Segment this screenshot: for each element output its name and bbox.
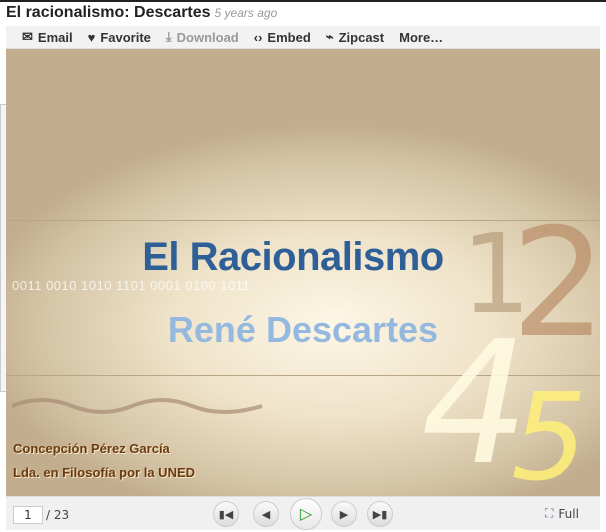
favorite-label: Favorite: [100, 29, 151, 45]
skip-first-icon: ▮◀: [218, 508, 234, 521]
player-controls: / 23 ▮◀ ◀ ▷ ▶ ▶▮ ⛶ Full: [6, 496, 600, 530]
action-toolbar: ✉ Email ♥ Favorite ⤓ Download ‹› Embed ⌁ Zipc…: [6, 26, 600, 49]
projector-icon: ⛶: [545, 506, 554, 520]
play-button[interactable]: ▷: [290, 498, 322, 530]
fullscreen-button[interactable]: ⛶ Full: [545, 506, 579, 521]
previous-slide-button[interactable]: ◀: [253, 501, 279, 527]
envelope-icon: ✉: [22, 29, 33, 44]
download-button[interactable]: ⤓ Download: [166, 29, 239, 45]
zipcast-button[interactable]: ⌁ Zipcast: [326, 29, 384, 45]
decor-number: 5: [511, 369, 588, 497]
slide-author: Concepción Pérez García: [13, 441, 170, 456]
slide-title: El Racionalismo: [142, 235, 444, 279]
code-icon: ‹›: [253, 29, 263, 45]
slide-viewer[interactable]: 0011 0010 1010 1101 0001 0100 1011 1 2 4…: [6, 49, 600, 496]
embed-label: Embed: [267, 29, 311, 45]
upload-age: 5 years ago: [214, 6, 278, 20]
last-slide-button[interactable]: ▶▮: [367, 501, 393, 527]
full-label: Full: [558, 506, 579, 521]
page-number-input[interactable]: [13, 506, 43, 524]
first-slide-button[interactable]: ▮◀: [213, 501, 239, 527]
next-slide-button[interactable]: ▶: [331, 501, 357, 527]
binary-text: 0011 0010 1010 1101 0001 0100 1011: [12, 278, 251, 293]
play-icon: ▷: [299, 506, 313, 523]
page-total: / 23: [46, 508, 70, 522]
download-label: Download: [176, 29, 239, 45]
slide-degree: Lda. en Filosofía por la UNED: [13, 465, 196, 480]
wave-decoration: [12, 398, 263, 414]
embed-button[interactable]: ‹› Embed: [254, 30, 311, 45]
zipcast-icon: ⌁: [325, 29, 334, 44]
favorite-button[interactable]: ♥ Favorite: [88, 30, 151, 45]
zipcast-label: Zipcast: [338, 29, 385, 45]
slide-subtitle: René Descartes: [167, 309, 439, 350]
email-button[interactable]: ✉ Email: [22, 29, 73, 45]
previous-icon: ◀: [261, 508, 271, 521]
heart-icon: ♥: [87, 29, 96, 45]
skip-last-icon: ▶▮: [372, 508, 388, 521]
presentation-title: El racionalismo: Descartes 5 years ago: [6, 4, 277, 22]
email-label: Email: [37, 29, 73, 45]
next-icon: ▶: [339, 508, 349, 521]
title-text: El racionalismo: Descartes: [6, 4, 211, 21]
more-button[interactable]: More…: [399, 30, 443, 45]
more-label: More…: [399, 29, 444, 45]
download-icon: ⤓: [165, 29, 172, 44]
top-border: [0, 0, 606, 2]
